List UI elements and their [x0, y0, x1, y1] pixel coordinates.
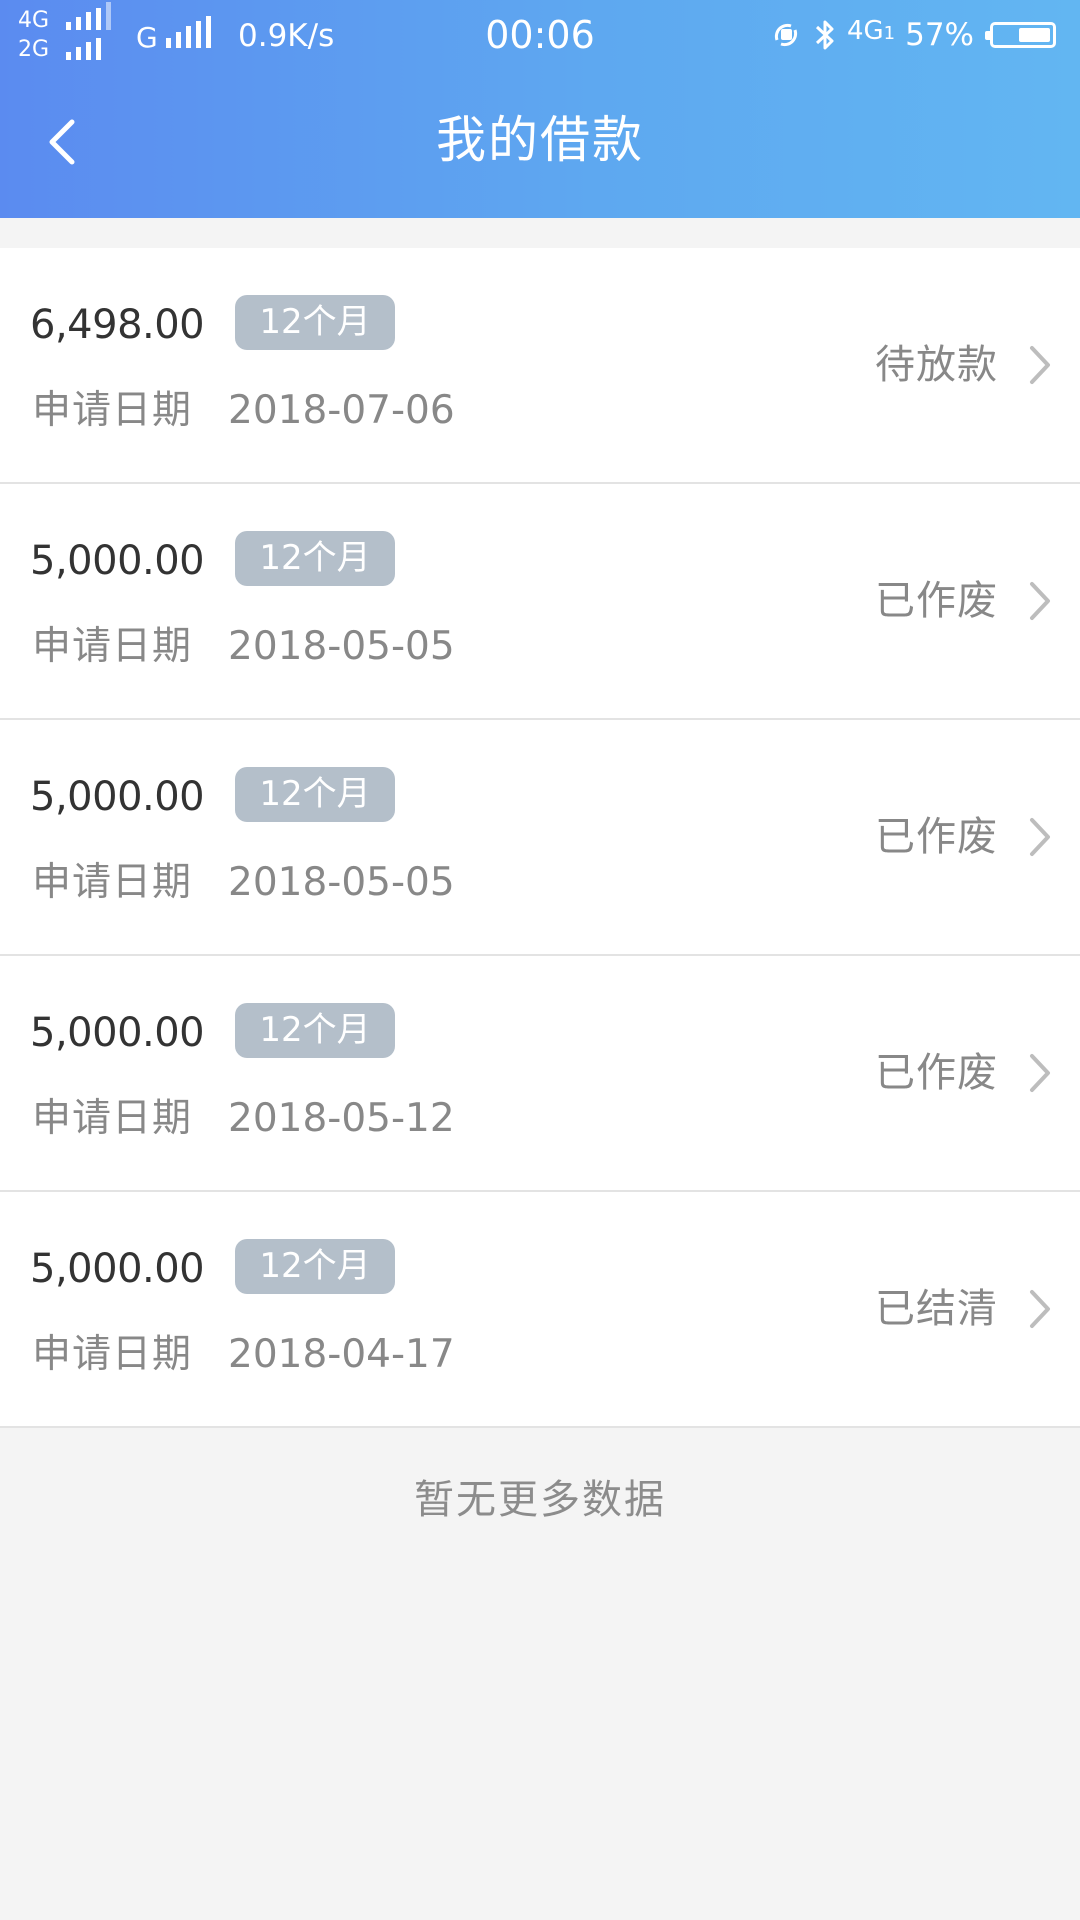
loan-term-badge: 12个月	[235, 531, 395, 586]
battery-level	[1019, 28, 1050, 42]
chevron-right-icon	[1024, 812, 1054, 862]
chevron-right-icon	[1024, 1284, 1054, 1334]
loan-status: 已作废	[875, 578, 998, 624]
loan-term-badge: 12个月	[235, 1003, 395, 1058]
chevron-right-icon	[1024, 340, 1054, 390]
application-date-label: 申请日期	[32, 860, 193, 905]
application-date: 2018-05-05	[228, 860, 455, 905]
application-date: 2018-05-12	[228, 1096, 455, 1141]
application-date-label: 申请日期	[32, 1332, 193, 1377]
chevron-right-icon	[1024, 576, 1054, 626]
no-more-data-text: 暂无更多数据	[414, 1477, 666, 1523]
loan-amount: 5,000.00	[30, 774, 205, 820]
battery-icon	[985, 22, 1056, 48]
loan-status: 已结清	[875, 1286, 998, 1332]
application-date-label: 申请日期	[32, 624, 193, 669]
loan-list-item[interactable]: 5,000.00 12个月 申请日期 2018-05-05 已作废	[0, 720, 1080, 956]
application-date-label: 申请日期	[32, 388, 193, 433]
rotation-lock-icon	[774, 23, 798, 47]
loan-term-badge: 12个月	[235, 767, 395, 822]
bluetooth-icon	[815, 20, 834, 50]
loan-list-item[interactable]: 5,000.00 12个月 申请日期 2018-05-05 已作废	[0, 484, 1080, 720]
network-4g-indicator: 4G1	[846, 16, 896, 46]
application-date: 2018-04-17	[228, 1332, 455, 1377]
loan-amount: 6,498.00	[30, 302, 205, 348]
page-title: 我的借款	[436, 111, 644, 169]
chevron-right-icon	[1024, 1048, 1054, 1098]
loan-list-item[interactable]: 5,000.00 12个月 申请日期 2018-04-17 已结清	[0, 1192, 1080, 1428]
app-header: 4G 2G G 0.9K/s 00:06 4G1 57% 我的借款	[0, 0, 1080, 218]
status-right-group: 4G1 57%	[769, 12, 1056, 58]
loan-list-item[interactable]: 6,498.00 12个月 申请日期 2018-07-06 待放款	[0, 248, 1080, 484]
loan-status: 待放款	[875, 342, 998, 388]
application-date: 2018-05-05	[228, 624, 455, 669]
loan-list-item[interactable]: 5,000.00 12个月 申请日期 2018-05-12 已作废	[0, 956, 1080, 1192]
loan-amount: 5,000.00	[30, 538, 205, 584]
battery-percent: 57%	[905, 17, 974, 53]
nav-bar: 我的借款	[0, 70, 1080, 218]
loan-status: 已作废	[875, 1050, 998, 1096]
loan-term-badge: 12个月	[235, 295, 395, 350]
loan-status: 已作废	[875, 814, 998, 860]
loan-amount: 5,000.00	[30, 1010, 205, 1056]
application-date: 2018-07-06	[228, 388, 455, 433]
status-bar: 4G 2G G 0.9K/s 00:06 4G1 57%	[0, 0, 1080, 70]
application-date-label: 申请日期	[32, 1096, 193, 1141]
loan-list: 6,498.00 12个月 申请日期 2018-07-06 待放款 5,000.…	[0, 248, 1080, 1428]
loan-term-badge: 12个月	[235, 1239, 395, 1294]
loan-amount: 5,000.00	[30, 1246, 205, 1292]
